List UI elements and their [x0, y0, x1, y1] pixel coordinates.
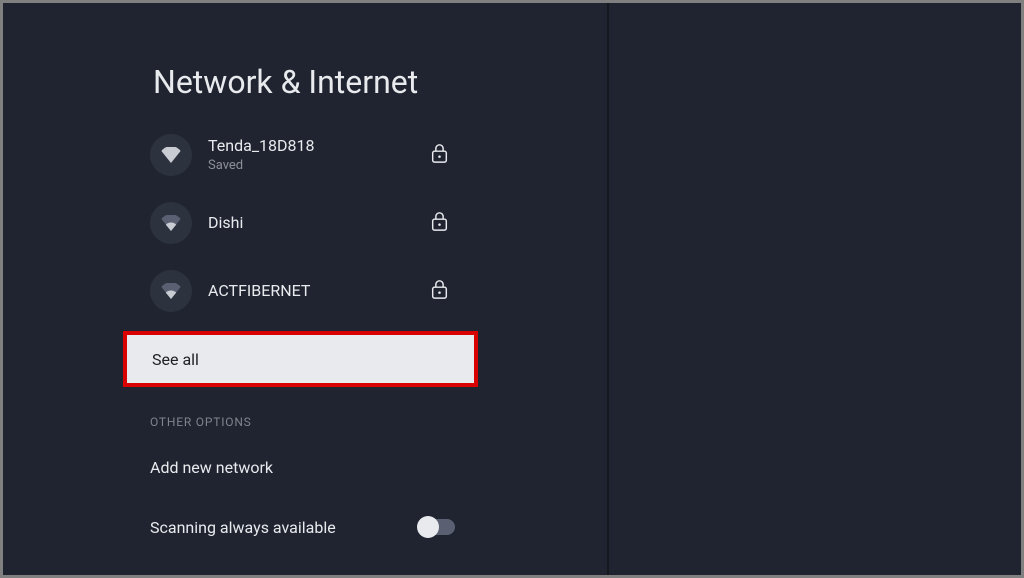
wifi-network-list: Tenda_18D818 Saved Dishi — [153, 121, 493, 557]
wifi-network-name: ACTFIBERNET — [208, 281, 310, 301]
see-all-networks-button[interactable]: See all — [123, 331, 478, 387]
wifi-network-status: Saved — [208, 158, 315, 174]
section-header-other-options: OTHER OPTIONS — [150, 415, 493, 429]
lock-icon — [431, 279, 448, 303]
settings-screen: Network & Internet Tenda_18D818 Saved — [3, 3, 1021, 575]
wifi-network-row[interactable]: Dishi — [150, 189, 493, 257]
scanning-toggle[interactable] — [419, 519, 455, 535]
lock-icon — [431, 143, 448, 167]
vertical-divider — [607, 3, 609, 575]
scanning-always-available-row[interactable]: Scanning always available — [150, 497, 490, 557]
lock-icon — [431, 211, 448, 235]
wifi-network-row[interactable]: Tenda_18D818 Saved — [150, 121, 493, 189]
wifi-network-row[interactable]: ACTFIBERNET — [150, 257, 493, 325]
page-title: Network & Internet — [153, 63, 1021, 101]
wifi-network-name: Dishi — [208, 213, 243, 233]
wifi-signal-icon — [150, 134, 192, 176]
toggle-knob — [417, 516, 439, 538]
add-network-label: Add new network — [150, 458, 273, 477]
add-network-button[interactable]: Add new network — [150, 437, 490, 497]
scanning-label: Scanning always available — [150, 518, 336, 537]
see-all-label: See all — [152, 350, 199, 369]
wifi-signal-icon — [150, 270, 192, 312]
wifi-network-name: Tenda_18D818 — [208, 136, 315, 156]
wifi-signal-icon — [150, 202, 192, 244]
